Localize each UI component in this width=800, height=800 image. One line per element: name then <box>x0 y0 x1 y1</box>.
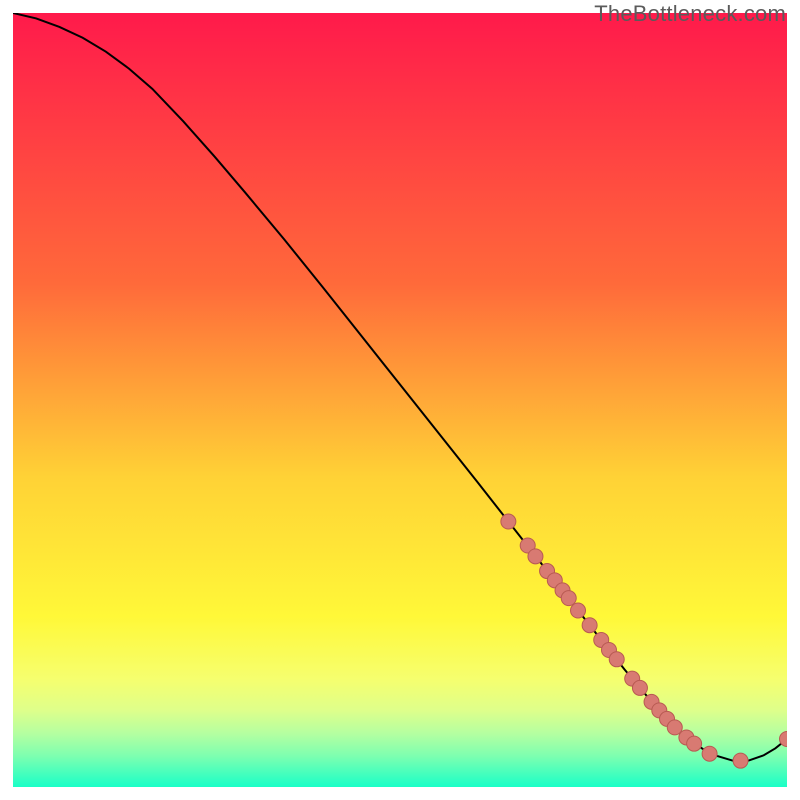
data-marker <box>702 746 717 761</box>
chart-svg <box>13 13 787 787</box>
gradient-background <box>13 13 787 787</box>
chart-stage: TheBottleneck.com <box>0 0 800 800</box>
plot-area <box>13 13 787 787</box>
data-marker <box>733 753 748 768</box>
watermark-text: TheBottleneck.com <box>594 1 786 27</box>
data-marker <box>582 618 597 633</box>
data-marker <box>632 680 647 695</box>
data-marker <box>609 652 624 667</box>
data-marker <box>501 514 516 529</box>
data-marker <box>561 591 576 606</box>
data-marker <box>528 549 543 564</box>
data-marker <box>571 603 586 618</box>
data-marker <box>687 736 702 751</box>
